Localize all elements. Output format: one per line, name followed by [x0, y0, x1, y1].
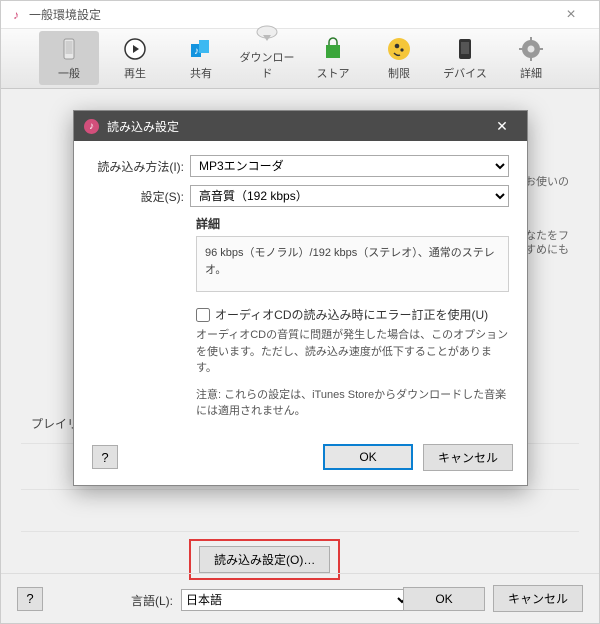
- itunes-icon: ♪: [84, 119, 99, 134]
- sharing-icon: ♪: [187, 35, 215, 63]
- parent-footer: ? OK キャンセル: [1, 573, 599, 623]
- preferences-toolbar: 一般 再生 ♪ 共有 ダウンロード ストア: [1, 29, 599, 89]
- import-method-select[interactable]: MP3エンコーダ: [190, 155, 509, 177]
- parent-close-button[interactable]: ×: [551, 6, 591, 24]
- tab-label: ダウンロード: [237, 49, 297, 81]
- dialog-cancel-button[interactable]: キャンセル: [423, 444, 513, 471]
- tab-label: 一般: [58, 65, 80, 81]
- setting-row: 設定(S): 高音質（192 kbps）: [92, 185, 509, 207]
- tab-label: 共有: [190, 65, 212, 81]
- tab-label: 再生: [124, 65, 146, 81]
- svg-text:♪: ♪: [194, 46, 199, 57]
- dialog-body: 読み込み方法(I): MP3エンコーダ 設定(S): 高音質（192 kbps）…: [74, 141, 527, 432]
- error-correction-row: オーディオCDの読み込み時にエラー訂正を使用(U): [196, 306, 509, 323]
- tab-label: ストア: [317, 65, 350, 81]
- tab-downloads[interactable]: ダウンロード: [237, 15, 297, 85]
- itunes-icon: ♪: [9, 8, 23, 22]
- tab-playback[interactable]: 再生: [105, 31, 165, 85]
- error-correction-checkbox[interactable]: [196, 308, 210, 322]
- import-method-label: 読み込み方法(I):: [92, 158, 190, 175]
- details-heading: 詳細: [196, 215, 509, 232]
- parent-title: 一般環境設定: [29, 6, 101, 23]
- import-settings-dialog: ♪ 読み込み設定 ✕ 読み込み方法(I): MP3エンコーダ 設定(S): 高音…: [73, 110, 528, 486]
- tab-label: 詳細: [520, 65, 542, 81]
- tab-restrictions[interactable]: 制限: [369, 31, 429, 85]
- dialog-close-button[interactable]: ✕: [487, 118, 517, 135]
- play-icon: [121, 35, 149, 63]
- tab-store[interactable]: ストア: [303, 31, 363, 85]
- setting-label: 設定(S):: [92, 188, 190, 205]
- tab-advanced[interactable]: 詳細: [501, 31, 561, 85]
- tab-general[interactable]: 一般: [39, 31, 99, 85]
- import-method-row: 読み込み方法(I): MP3エンコーダ: [92, 155, 509, 177]
- parent-help-button[interactable]: ?: [17, 587, 43, 611]
- phone-icon: [55, 35, 83, 63]
- dialog-footer: ? OK キャンセル: [74, 438, 527, 485]
- tab-label: デバイス: [443, 65, 487, 81]
- parent-titlebar: ♪ 一般環境設定 ×: [1, 1, 599, 29]
- tab-label: 制限: [388, 65, 410, 81]
- parental-icon: [385, 35, 413, 63]
- import-settings-button[interactable]: 読み込み設定(O)…: [199, 546, 330, 573]
- parent-ok-button[interactable]: OK: [403, 587, 485, 611]
- bag-icon: [319, 35, 347, 63]
- gear-icon: [517, 35, 545, 63]
- details-box: 96 kbps（モノラル）/192 kbps（ステレオ）、通常のステレオ。: [196, 236, 509, 292]
- ec-note: オーディオCDの音質に問題が発生した場合は、このオプションを使います。ただし、読…: [196, 327, 509, 377]
- dialog-help-button[interactable]: ?: [92, 445, 118, 469]
- dialog-title: 読み込み設定: [107, 118, 179, 135]
- store-note: 注意: これらの設定は、iTunes Storeからダウンロードした音楽には適用…: [196, 387, 509, 420]
- setting-select[interactable]: 高音質（192 kbps）: [190, 185, 509, 207]
- cloud-download-icon: [253, 19, 281, 47]
- tab-devices[interactable]: デバイス: [435, 31, 495, 85]
- error-correction-label: オーディオCDの読み込み時にエラー訂正を使用(U): [215, 306, 488, 323]
- parent-cancel-button[interactable]: キャンセル: [493, 585, 583, 612]
- dialog-titlebar: ♪ 読み込み設定 ✕: [74, 111, 527, 141]
- tab-sharing[interactable]: ♪ 共有: [171, 31, 231, 85]
- dialog-ok-button[interactable]: OK: [323, 444, 413, 470]
- device-icon: [451, 35, 479, 63]
